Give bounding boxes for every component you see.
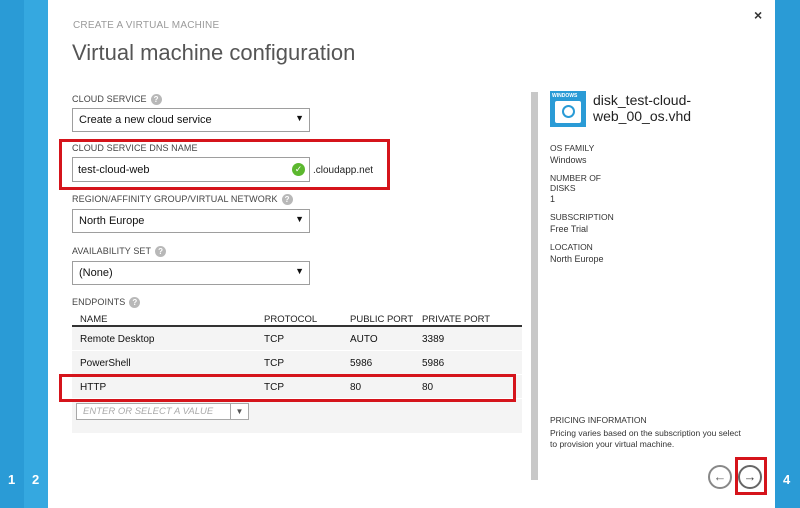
disks-value: 1 [550, 194, 556, 204]
endpoints-footer: ENTER OR SELECT A VALUE ▼ [72, 399, 522, 433]
endpoint-private-port: 5986 [422, 358, 445, 369]
endpoint-name: Remote Desktop [80, 334, 155, 345]
region-label: REGION/AFFINITY GROUP/VIRTUAL NETWORK? [72, 194, 293, 205]
column-header-public-port[interactable]: PUBLIC PORT [350, 314, 413, 325]
endpoint-public-port: AUTO [350, 334, 378, 345]
endpoint-protocol: TCP [264, 334, 284, 345]
os-family-label: OS FAMILY [550, 143, 595, 153]
cloud-service-label: CLOUD SERVICE? [72, 94, 162, 105]
endpoint-name: PowerShell [80, 358, 131, 369]
next-button[interactable]: → [738, 465, 762, 489]
step-4-number[interactable]: 4 [783, 472, 790, 487]
pricing-label: PRICING INFORMATION [550, 415, 647, 425]
page-title: Virtual machine configuration [72, 40, 356, 65]
availability-set-select[interactable]: (None) ▼ [72, 261, 310, 285]
dns-name-input[interactable]: test-cloud-web ✓ [72, 157, 310, 182]
check-icon: ✓ [292, 163, 305, 176]
step-1-number[interactable]: 1 [8, 472, 15, 487]
table-row[interactable]: HTTP TCP 80 80 [72, 375, 522, 399]
back-button[interactable]: ← [708, 465, 732, 489]
endpoint-protocol: TCP [264, 382, 284, 393]
help-icon[interactable]: ? [155, 246, 167, 257]
cloud-service-select[interactable]: Create a new cloud service ▼ [72, 108, 310, 132]
subscription-value: Free Trial [550, 224, 589, 234]
pricing-text: Pricing varies based on the subscription… [550, 428, 741, 449]
step-1-panel[interactable] [0, 0, 24, 508]
help-icon[interactable]: ? [281, 194, 293, 205]
close-icon[interactable]: × [754, 7, 762, 23]
help-icon[interactable]: ? [150, 94, 162, 105]
availability-set-label: AVAILABILITY SET? [72, 246, 167, 257]
endpoint-add-combobox[interactable]: ENTER OR SELECT A VALUE ▼ [76, 403, 249, 420]
disks-label: NUMBER OF DISKS [550, 173, 601, 193]
endpoint-private-port: 80 [422, 382, 434, 393]
location-value: North Europe [550, 254, 604, 264]
table-row[interactable]: PowerShell TCP 5986 5986 [72, 351, 522, 375]
os-family-value: Windows [550, 155, 587, 165]
endpoints-table: NAME PROTOCOL PUBLIC PORT PRIVATE PORT R… [72, 312, 522, 433]
endpoint-protocol: TCP [264, 358, 284, 369]
column-header-private-port[interactable]: PRIVATE PORT [422, 314, 490, 325]
chevron-down-icon[interactable]: ▼ [230, 404, 248, 419]
step-2-panel[interactable] [24, 0, 48, 508]
dns-name-label: CLOUD SERVICE DNS NAME [72, 143, 198, 153]
disk-name: disk_test-cloud-web_00_os.vhd [593, 92, 692, 124]
dropdown-arrow-icon: ▼ [295, 266, 304, 276]
help-icon[interactable]: ? [129, 297, 141, 308]
endpoint-public-port: 5986 [350, 358, 373, 369]
region-select[interactable]: North Europe ▼ [72, 209, 310, 233]
windows-disk-icon: WINDOWS [550, 91, 586, 127]
location-label: LOCATION [550, 242, 593, 252]
endpoints-label: ENDPOINTS? [72, 297, 141, 308]
step-4-panel[interactable]: 4 [775, 0, 800, 508]
endpoint-name: HTTP [80, 382, 107, 393]
step-2-number[interactable]: 2 [32, 472, 39, 487]
dns-suffix: .cloudapp.net [313, 165, 374, 176]
column-header-name[interactable]: NAME [80, 314, 107, 325]
column-header-protocol[interactable]: PROTOCOL [264, 314, 317, 325]
table-row[interactable]: Remote Desktop TCP AUTO 3389 [72, 327, 522, 351]
dropdown-arrow-icon: ▼ [295, 113, 304, 123]
dropdown-arrow-icon: ▼ [295, 214, 304, 224]
endpoint-public-port: 80 [350, 382, 362, 393]
endpoint-private-port: 3389 [422, 334, 445, 345]
subscription-label: SUBSCRIPTION [550, 212, 614, 222]
wizard-step-rail-left: 1 2 [0, 0, 48, 508]
summary-scrollbar[interactable] [531, 92, 538, 480]
endpoints-table-header: NAME PROTOCOL PUBLIC PORT PRIVATE PORT [72, 312, 522, 327]
wizard-subtitle: CREATE A VIRTUAL MACHINE [73, 20, 220, 31]
